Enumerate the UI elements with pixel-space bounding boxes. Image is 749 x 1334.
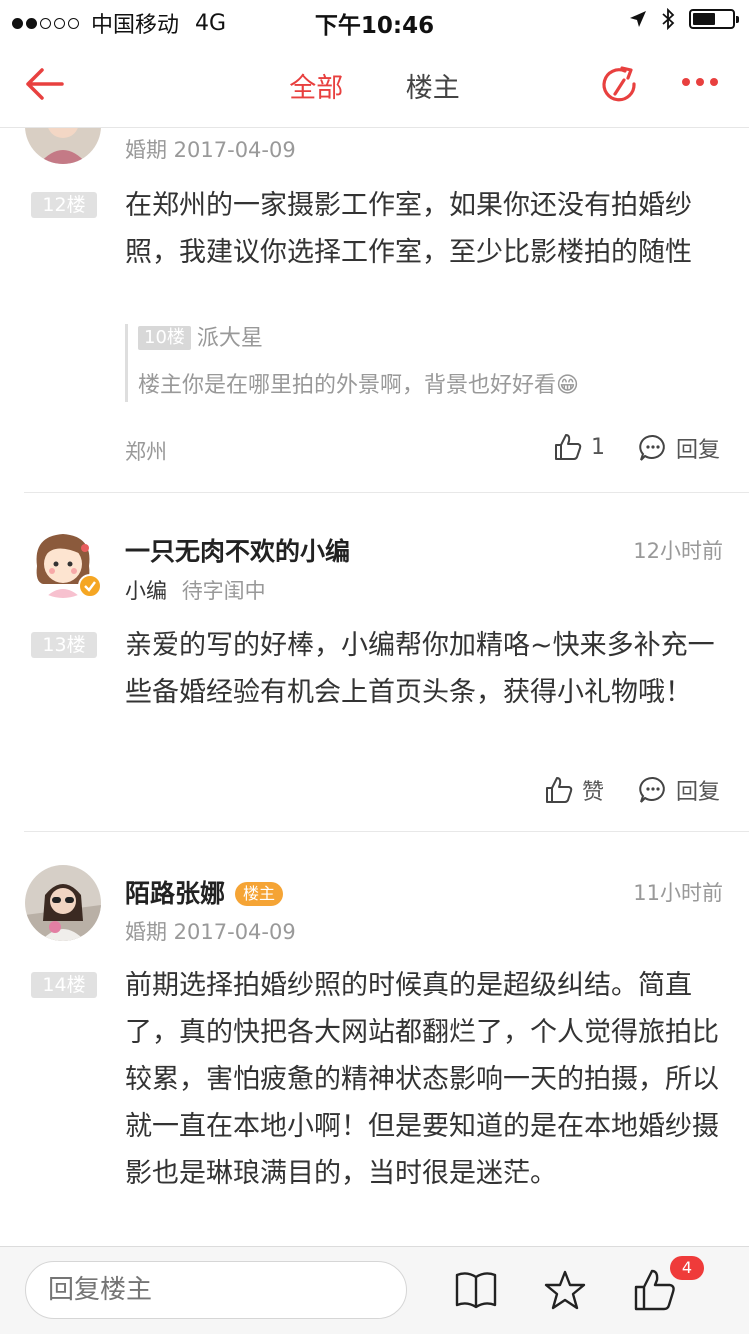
reply-input[interactable] [25, 1261, 407, 1319]
reply-content: 亲爱的写的好棒，小编帮你加精咯~快来多补充一些备婚经验有机会上首页头条，获得小礼… [125, 630, 715, 708]
timestamp: 12小时前 [633, 539, 723, 563]
location-arrow-icon [630, 11, 646, 27]
username-text[interactable]: 陌路张娜 [125, 879, 225, 908]
star-icon[interactable] [542, 1267, 588, 1313]
tab-all[interactable]: 全部 [289, 66, 343, 105]
reply-content: 在郑州的一家摄影工作室，如果你还没有拍婚纱照，我建议你选择工作室，至少比影楼拍的… [125, 190, 692, 268]
share-icon[interactable] [598, 64, 642, 108]
quoted-reply: 10楼 派大星 楼主你是在哪里拍的外景啊，背景也好好看😁 [125, 324, 725, 402]
bluetooth-icon [662, 8, 675, 30]
wedding-date: 婚期 2017-04-09 [125, 920, 296, 944]
quoted-floor-badge: 10楼 [138, 326, 191, 350]
quoted-text: 楼主你是在哪里拍的外景啊，背景也好好看😁 [138, 373, 579, 398]
floor-badge: 12楼 [31, 192, 97, 218]
divider [24, 831, 749, 832]
reply-label: 回复 [676, 780, 721, 805]
like-count-badge: 4 [670, 1256, 704, 1280]
reply-button[interactable]: 回复 [638, 432, 720, 464]
thumbs-up-icon [546, 777, 573, 803]
user-role: 小编 待字闺中 [125, 575, 266, 605]
reply-feed: 婚期 2017-04-09 12楼 在郑州的一家摄影工作室，如果你还没有拍婚纱照… [0, 128, 749, 1246]
floor-badge: 14楼 [31, 972, 97, 998]
nav-bar: 全部 楼主 [0, 40, 749, 128]
thumbs-up-icon [555, 434, 582, 460]
reply-button[interactable]: 回复 [638, 774, 720, 806]
timestamp: 11小时前 [633, 881, 723, 905]
like-label: 赞 [582, 780, 605, 805]
more-options-icon[interactable] [682, 78, 718, 86]
tab-op-only[interactable]: 楼主 [406, 66, 460, 105]
wedding-date: 婚期 2017-04-09 [125, 138, 296, 162]
book-icon[interactable] [453, 1267, 499, 1313]
reply-content: 前期选择拍婚纱照的时候真的是超级纠结。简直了，真的快把各大网站都翻烂了，个人觉得… [125, 970, 719, 1189]
comment-icon [639, 434, 665, 461]
role-label: 小编 [125, 579, 167, 603]
username[interactable]: 陌路张娜 楼主 [125, 874, 284, 910]
battery-icon [689, 9, 739, 29]
floor-badge: 13楼 [31, 632, 97, 658]
username[interactable]: 一只无肉不欢的小编 [125, 532, 350, 568]
avatar[interactable] [25, 128, 101, 164]
like-count: 1 [591, 434, 605, 460]
avatar[interactable] [25, 865, 101, 941]
divider [24, 492, 749, 493]
bottom-action-bar [0, 1246, 749, 1334]
status-label: 待字闺中 [181, 579, 266, 603]
op-badge: 楼主 [235, 882, 284, 906]
reply-label: 回复 [676, 438, 721, 463]
location-label: 郑州 [125, 440, 167, 464]
comment-icon [639, 776, 665, 803]
like-button[interactable]: 1 [553, 432, 605, 462]
status-bar: 中国移动 4G 下午10:46 [0, 0, 749, 40]
like-button[interactable]: 赞 [544, 774, 604, 806]
verified-badge-icon [78, 574, 102, 598]
quoted-author[interactable]: 派大星 [197, 326, 263, 351]
